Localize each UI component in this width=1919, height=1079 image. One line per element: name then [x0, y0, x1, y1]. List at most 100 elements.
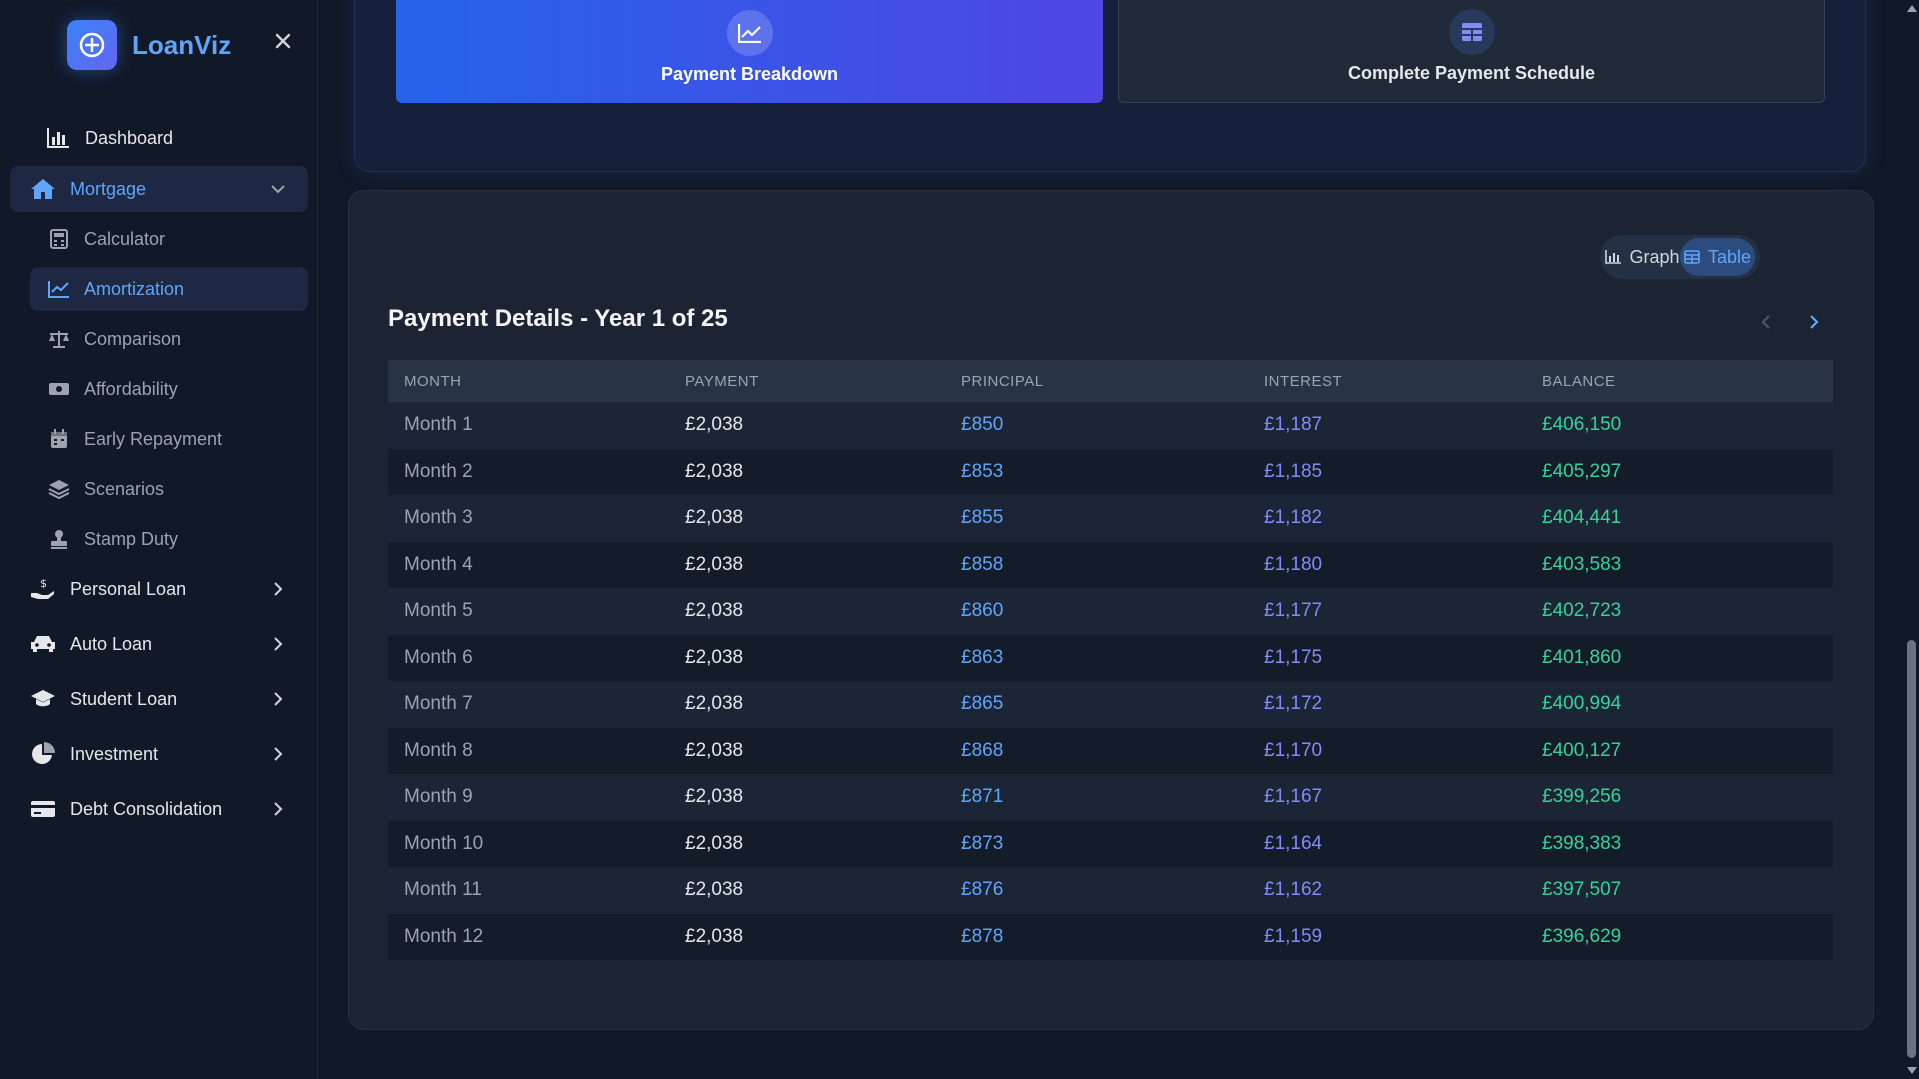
cell-month: Month 5: [404, 600, 473, 622]
cell-payment: £2,038: [685, 600, 744, 622]
calculator-icon: [48, 228, 70, 250]
chevron-right-icon: [268, 689, 288, 709]
table-row: Month 6 £2,038 £863 £1,175 £401,860: [388, 634, 1833, 681]
table-icon: [1684, 249, 1700, 265]
cell-principal: £876: [961, 879, 1004, 901]
chevron-right-icon: [268, 634, 288, 654]
sidebar-subitem-early-repayment[interactable]: Early Repayment: [30, 417, 308, 461]
balance-scale-icon: [48, 328, 70, 350]
cell-balance: £403,583: [1542, 553, 1622, 575]
cell-balance: £399,256: [1542, 786, 1622, 808]
cell-interest: £1,180: [1264, 553, 1323, 575]
complete-schedule-button[interactable]: Complete Payment Schedule: [1118, 0, 1825, 103]
sidebar-item-dashboard[interactable]: Dashboard: [10, 115, 308, 161]
table-row: Month 5 £2,038 £860 £1,177 £402,723: [388, 588, 1833, 635]
sidebar-item-label: Dashboard: [85, 127, 174, 148]
graph-toggle-label: Graph: [1629, 246, 1680, 267]
logo-icon: [67, 20, 117, 70]
sidebar-subitem-amortization[interactable]: Amortization: [30, 267, 308, 311]
cell-payment: £2,038: [685, 879, 744, 901]
scroll-up-arrow-icon[interactable]: [1905, 2, 1918, 14]
bar-chart-icon: [45, 125, 71, 151]
cell-payment: £2,038: [685, 786, 744, 808]
cell-month: Month 9: [404, 786, 473, 808]
cell-principal: £868: [961, 739, 1004, 761]
table-toggle-label: Table: [1707, 246, 1752, 267]
table-row: Month 12 £2,038 £878 £1,159 £396,629: [388, 913, 1833, 960]
table-icon: [1448, 9, 1495, 55]
chevron-right-icon: [1810, 315, 1819, 329]
cell-balance: £398,383: [1542, 832, 1622, 854]
table-toggle-button[interactable]: Table: [1680, 238, 1755, 276]
column-header-month: MONTH: [404, 372, 462, 390]
sidebar-subitem-stamp-duty[interactable]: Stamp Duty: [30, 517, 308, 561]
cell-interest: £1,185: [1264, 460, 1323, 482]
cell-balance: £401,860: [1542, 646, 1622, 668]
cell-month: Month 2: [404, 460, 473, 482]
table-row: Month 4 £2,038 £858 £1,180 £403,583: [388, 541, 1833, 588]
cell-principal: £860: [961, 600, 1004, 622]
scrollbar-thumb[interactable]: [1907, 640, 1916, 1058]
cell-balance: £405,297: [1542, 460, 1622, 482]
graph-toggle-button[interactable]: Graph: [1605, 238, 1680, 276]
column-header-principal: PRINCIPAL: [961, 372, 1044, 390]
scroll-down-arrow-icon[interactable]: [1905, 1064, 1918, 1076]
sidebar-subitem-affordability[interactable]: Affordability: [30, 367, 308, 411]
cell-month: Month 8: [404, 739, 473, 761]
sidebar-item-mortgage[interactable]: Mortgage: [10, 166, 308, 212]
cell-balance: £400,127: [1542, 739, 1622, 761]
table-row: Month 7 £2,038 £865 £1,172 £400,994: [388, 681, 1833, 728]
payment-breakdown-button[interactable]: Payment Breakdown: [396, 0, 1103, 103]
cell-payment: £2,038: [685, 739, 744, 761]
payment-breakdown-label: Payment Breakdown: [660, 64, 839, 84]
table-row: Month 10 £2,038 £873 £1,164 £398,383: [388, 820, 1833, 867]
cell-principal: £873: [961, 832, 1004, 854]
cell-principal: £858: [961, 553, 1004, 575]
cell-balance: £396,629: [1542, 925, 1622, 947]
column-header-payment: PAYMENT: [685, 372, 759, 390]
cell-interest: £1,159: [1264, 925, 1323, 947]
sidebar-item-auto-loan[interactable]: Auto Loan: [10, 621, 308, 667]
calendar-icon: [48, 428, 70, 450]
sidebar-subitem-scenarios[interactable]: Scenarios: [30, 467, 308, 511]
next-year-button[interactable]: [1802, 310, 1826, 334]
close-sidebar-icon[interactable]: [272, 30, 294, 52]
cell-payment: £2,038: [685, 925, 744, 947]
cell-month: Month 4: [404, 553, 473, 575]
graduation-cap-icon: [30, 686, 56, 712]
cell-principal: £865: [961, 693, 1004, 715]
chevron-right-icon: [268, 799, 288, 819]
cell-balance: £404,441: [1542, 507, 1622, 529]
sidebar-item-label: Auto Loan: [70, 633, 153, 654]
sidebar-item-debt-consolidation[interactable]: Debt Consolidation: [10, 786, 308, 832]
brand-name: LoanViz: [132, 29, 232, 60]
sidebar-item-label: Investment: [70, 743, 159, 764]
chevron-down-icon: [268, 179, 288, 199]
sidebar-subitem-label: Amortization: [84, 278, 185, 299]
sidebar-item-personal-loan[interactable]: $ Personal Loan: [10, 566, 308, 612]
brand[interactable]: LoanViz: [67, 20, 231, 70]
pie-chart-icon: [30, 741, 56, 767]
cell-interest: £1,170: [1264, 739, 1323, 761]
sidebar-item-label: Student Loan: [70, 688, 178, 709]
sidebar: LoanViz Dashboard Mortgage Calculator Am…: [0, 0, 318, 1079]
cell-interest: £1,177: [1264, 600, 1323, 622]
cell-principal: £855: [961, 507, 1004, 529]
payment-table: MONTH PAYMENT PRINCIPAL INTEREST BALANCE…: [388, 360, 1833, 960]
table-row: Month 11 £2,038 £876 £1,162 £397,507: [388, 867, 1833, 914]
cell-balance: £400,994: [1542, 693, 1622, 715]
cell-principal: £863: [961, 646, 1004, 668]
column-header-interest: INTEREST: [1264, 372, 1343, 390]
sidebar-subitem-calculator[interactable]: Calculator: [30, 217, 308, 261]
sidebar-item-label: Mortgage: [70, 178, 147, 199]
cell-month: Month 11: [404, 879, 482, 901]
credit-card-icon: [30, 796, 56, 822]
cell-principal: £878: [961, 925, 1004, 947]
previous-year-button[interactable]: [1754, 310, 1778, 334]
sidebar-item-investment[interactable]: Investment: [10, 731, 308, 777]
cell-interest: £1,162: [1264, 879, 1323, 901]
cell-principal: £850: [961, 414, 1004, 436]
cell-interest: £1,175: [1264, 646, 1323, 668]
sidebar-subitem-comparison[interactable]: Comparison: [30, 317, 308, 361]
sidebar-item-student-loan[interactable]: Student Loan: [10, 676, 308, 722]
